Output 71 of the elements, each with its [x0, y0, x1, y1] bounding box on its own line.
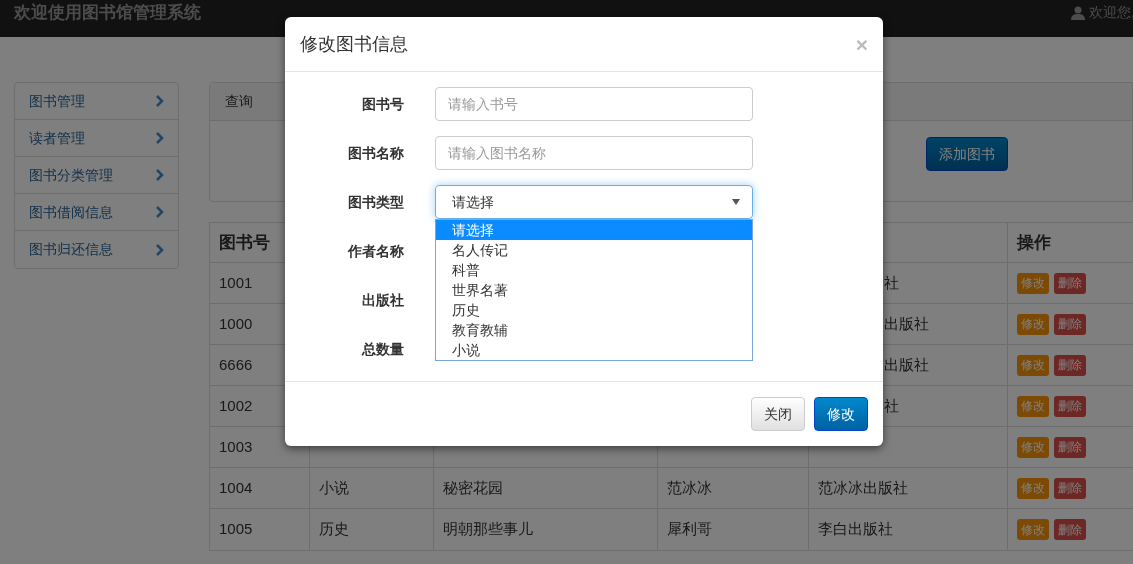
table-cell-text: 1003	[219, 436, 253, 457]
edit-button[interactable]: 修改	[1017, 436, 1049, 458]
delete-button[interactable]: 删除	[1054, 313, 1086, 335]
delete-button[interactable]: 删除	[1054, 477, 1086, 499]
sidebar-item[interactable]: 图书分类管理	[15, 157, 178, 194]
table-cell-text: 明朝那些事儿	[443, 519, 533, 540]
chevron-right-icon	[156, 243, 164, 256]
caret-down-icon	[732, 199, 740, 205]
table-cell-text: 范冰冰	[667, 477, 712, 498]
edit-button[interactable]: 修改	[1017, 313, 1049, 335]
submit-button[interactable]: 修改	[814, 397, 868, 431]
column-header: 图书号	[219, 231, 270, 254]
edit-button[interactable]: 修改	[1017, 272, 1049, 294]
table-cell-text: 李白出版社	[818, 519, 893, 540]
chevron-right-icon	[156, 206, 164, 218]
table-cell-text: 1005	[219, 519, 253, 540]
table-cell-text: 秘密花园	[443, 477, 503, 498]
dropdown-option[interactable]: 小说	[436, 340, 752, 360]
field-label: 出版社	[362, 290, 404, 310]
panel-title: 查询	[225, 92, 253, 111]
add-book-button[interactable]: 添加图书	[926, 137, 1008, 171]
field-label: 总数量	[362, 339, 404, 359]
delete-button[interactable]: 删除	[1054, 519, 1086, 540]
delete-button[interactable]: 删除	[1054, 436, 1086, 458]
field-label: 图书号	[362, 94, 404, 114]
table-cell-text: 出版社	[884, 313, 929, 334]
chevron-right-icon	[156, 169, 164, 181]
sidebar-item[interactable]: 图书管理	[15, 83, 178, 120]
table-cell-text: 历史	[319, 519, 349, 540]
text-field[interactable]: 请输入书号	[435, 87, 753, 121]
edit-button[interactable]: 修改	[1017, 519, 1049, 540]
dropdown-option[interactable]: 名人传记	[436, 240, 752, 260]
table-cell-text: 出版社	[884, 354, 929, 375]
dropdown-option[interactable]: 世界名著	[436, 280, 752, 300]
sidebar-item[interactable]: 图书借阅信息	[15, 194, 178, 231]
app-title: 欢迎使用图书馆管理系统	[14, 1, 201, 24]
table-cell-text: 6666	[219, 354, 253, 375]
chevron-right-icon	[156, 95, 164, 107]
edit-button[interactable]: 修改	[1017, 354, 1049, 376]
field-label: 图书类型	[348, 192, 404, 212]
chevron-right-icon	[156, 132, 164, 144]
table-cell-text: 1004	[219, 477, 253, 498]
dropdown-option[interactable]: 请选择	[436, 220, 752, 240]
sidebar-item[interactable]: 读者管理	[15, 120, 178, 157]
table-cell-text: 社	[884, 395, 899, 416]
field-label: 图书名称	[348, 143, 404, 163]
user-greeting: 欢迎您,	[1089, 3, 1133, 22]
close-button[interactable]: ×	[855, 33, 868, 55]
delete-button[interactable]: 删除	[1054, 395, 1086, 417]
table-cell-text: 范冰冰出版社	[818, 477, 908, 498]
edit-button[interactable]: 修改	[1017, 477, 1049, 499]
dropdown-option[interactable]: 历史	[436, 300, 752, 320]
dialog-title: 修改图书信息	[300, 32, 408, 56]
sidebar-item[interactable]: 图书归还信息	[15, 231, 178, 268]
book-type-select[interactable]: 请选择	[435, 185, 753, 219]
close-dialog-button[interactable]: 关闭	[751, 397, 805, 431]
table-cell-text: 1001	[219, 272, 253, 293]
table-cell-text: 1002	[219, 395, 253, 416]
field-label: 作者名称	[348, 241, 404, 261]
dropdown-option[interactable]: 科普	[436, 260, 752, 280]
text-field[interactable]: 请输入图书名称	[435, 136, 753, 170]
table-cell-text: 1000	[219, 313, 253, 334]
edit-button[interactable]: 修改	[1017, 395, 1049, 417]
table-cell-text: 犀利哥	[667, 519, 712, 540]
delete-button[interactable]: 删除	[1054, 272, 1086, 294]
dropdown-option[interactable]: 教育教辅	[436, 320, 752, 340]
column-header: 操作	[1017, 231, 1051, 254]
table-cell-text: 社	[884, 272, 899, 293]
user-icon	[1071, 5, 1086, 20]
delete-button[interactable]: 删除	[1054, 354, 1086, 376]
table-cell-text: 小说	[319, 477, 349, 498]
